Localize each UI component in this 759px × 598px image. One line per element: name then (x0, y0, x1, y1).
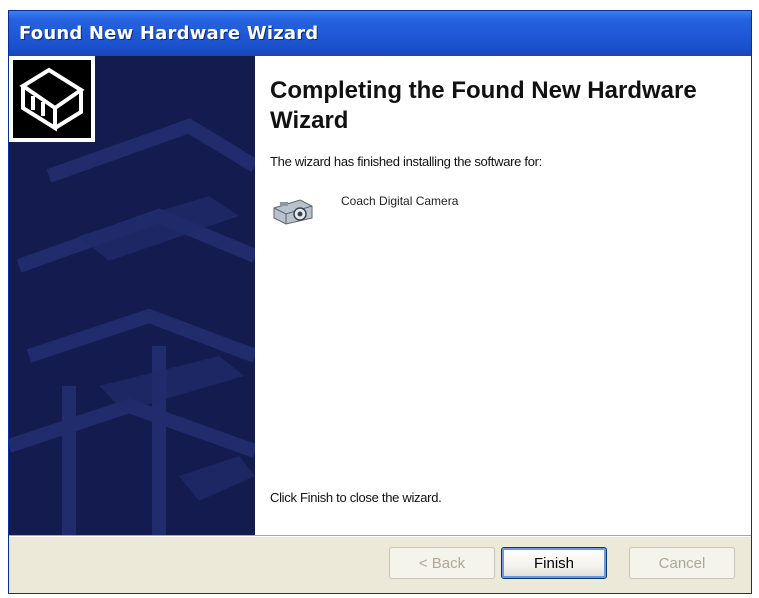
install-complete-text: The wizard has finished installing the s… (270, 154, 542, 169)
device-name: Coach Digital Camera (341, 194, 459, 208)
closing-instruction: Click Finish to close the wizard. (270, 490, 442, 505)
window-title: Found New Hardware Wizard (19, 23, 319, 44)
back-button[interactable]: < Back (389, 547, 495, 579)
cancel-button[interactable]: Cancel (629, 547, 735, 579)
wizard-heading: Completing the Found New Hardware Wizard (270, 77, 697, 134)
wizard-side-panel (9, 56, 255, 535)
wizard-content: Completing the Found New Hardware Wizard… (255, 56, 751, 535)
wizard-window: Found New Hardware Wizard Completing the… (8, 10, 752, 594)
hardware-wizard-icon (9, 56, 95, 142)
button-bar: < Back Finish Cancel (9, 537, 751, 593)
title-bar[interactable]: Found New Hardware Wizard (9, 11, 751, 56)
camera-icon (273, 199, 313, 225)
finish-button[interactable]: Finish (501, 547, 607, 579)
